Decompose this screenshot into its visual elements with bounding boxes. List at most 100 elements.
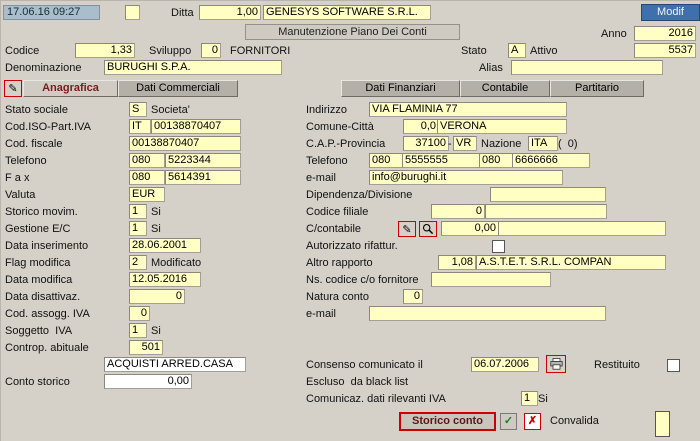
gestione-ec-text: Si	[151, 223, 161, 236]
altro-rapporto-code-field[interactable]: 1,08	[438, 255, 476, 270]
c-contabile-field[interactable]: 0,00	[441, 221, 499, 236]
comunicaz-iva-field[interactable]: 1	[521, 391, 538, 406]
header-flag-field[interactable]	[125, 5, 140, 20]
storico-conto-button[interactable]: Storico conto	[399, 412, 496, 431]
convalida-ok-button[interactable]: ✓	[500, 413, 517, 430]
conto-storico-label: Conto storico	[5, 376, 70, 389]
comune-code-field[interactable]: 0,0	[403, 119, 439, 134]
controp-descrizione-field[interactable]: ACQUISTI ARRED.CASA	[104, 357, 246, 372]
ditta-code-field[interactable]: 1,00	[199, 5, 261, 20]
natura-conto-field[interactable]: 0	[403, 289, 423, 304]
cod-iso-field[interactable]: IT	[129, 119, 151, 134]
comune-name-field[interactable]: VERONA	[437, 119, 567, 134]
codice-label: Codice	[5, 45, 39, 58]
edit-pen-icon: ✎	[8, 82, 17, 95]
telefono2-number1-field[interactable]: 5555555	[402, 153, 480, 168]
email2-label: e-mail	[306, 308, 336, 321]
tab-dati-finanziari[interactable]: Dati Finanziari	[341, 80, 460, 97]
telefono-number-field[interactable]: 5223344	[165, 153, 241, 168]
codice-field[interactable]: 1,33	[75, 43, 135, 58]
provincia-field[interactable]: VR	[453, 136, 477, 151]
edit-pen-icon: ✎	[402, 223, 411, 236]
conto-storico-field[interactable]: 0,00	[104, 374, 192, 389]
indirizzo-field[interactable]: VIA FLAMINIA 77	[369, 102, 567, 117]
telefono-prefix-field[interactable]: 080	[129, 153, 165, 168]
denominazione-field[interactable]: BURUGHI S.P.A.	[104, 60, 282, 75]
cap-provincia-label: C.A.P.-Provincia	[306, 138, 385, 151]
fax-number-field[interactable]: 5614391	[165, 170, 241, 185]
stato-sociale-field[interactable]: S	[129, 102, 147, 117]
data-disattivaz-field[interactable]: 0	[129, 289, 185, 304]
cap-separator: -	[448, 138, 452, 151]
email-field[interactable]: info@burughi.it	[369, 170, 563, 185]
stato-sociale-text: Societa'	[151, 104, 190, 117]
cod-fiscale-field[interactable]: 00138870407	[129, 136, 241, 151]
controp-abituale-field[interactable]: 501	[129, 340, 163, 355]
sviluppo-field[interactable]: 0	[201, 43, 221, 58]
data-inserimento-field[interactable]: 28.06.2001	[129, 238, 201, 253]
fax-label: F a x	[5, 172, 29, 185]
restituito-checkbox[interactable]	[667, 359, 680, 372]
comune-label: Comune-Città	[306, 121, 374, 134]
c-contabile-search-button[interactable]	[419, 221, 437, 237]
stato-field[interactable]: A	[508, 43, 526, 58]
cap-field[interactable]: 37100	[403, 136, 449, 151]
cod-assogg-iva-label: Cod. assogg. IVA	[5, 308, 90, 321]
soggetto-iva-field[interactable]: 1	[129, 323, 147, 338]
flag-modifica-text: Modificato	[151, 257, 201, 270]
flag-modifica-field[interactable]: 2	[129, 255, 147, 270]
autorizzato-rifattur-checkbox[interactable]	[492, 240, 505, 253]
altro-rapporto-label: Altro rapporto	[306, 257, 373, 270]
black-list-label: Escluso da black list	[306, 376, 408, 389]
gestione-ec-label: Gestione E/C	[5, 223, 70, 236]
print-button[interactable]	[546, 355, 566, 373]
anno-field[interactable]: 2016	[634, 26, 696, 41]
ns-codice-fornitore-field[interactable]	[431, 272, 551, 287]
alias-field[interactable]	[511, 60, 663, 75]
c-contabile-extra-field[interactable]	[498, 221, 666, 236]
tab-partitario[interactable]: Partitario	[550, 80, 644, 97]
telefono2-number2-field[interactable]: 6666666	[512, 153, 590, 168]
tab-contabile[interactable]: Contabile	[460, 80, 550, 97]
email-label: e-mail	[306, 172, 336, 185]
cod-assogg-iva-field[interactable]: 0	[129, 306, 150, 321]
storico-movim-field[interactable]: 1	[129, 204, 147, 219]
tab-dati-commerciali[interactable]: Dati Commerciali	[118, 80, 238, 97]
tab-anagrafica[interactable]: Anagrafica	[23, 80, 118, 97]
comunicaz-iva-label: Comunicaz. dati rilevanti IVA	[306, 393, 446, 406]
c-contabile-edit-button[interactable]: ✎	[398, 221, 416, 237]
telefono2-prefix2-field[interactable]: 080	[479, 153, 513, 168]
codice-filiale-extra-field[interactable]	[485, 204, 607, 219]
nazione-field[interactable]: ITA	[528, 136, 558, 151]
data-inserimento-label: Data inserimento	[5, 240, 88, 253]
categoria-text: FORNITORI	[230, 45, 290, 58]
storico-movim-label: Storico movim.	[5, 206, 78, 219]
convalida-label: Convalida	[550, 415, 599, 428]
partita-iva-field[interactable]: 00138870407	[151, 119, 241, 134]
comunicaz-iva-text: Si	[538, 393, 548, 406]
check-icon: ✓	[504, 415, 513, 427]
consenso-data-field[interactable]: 06.07.2006	[471, 357, 539, 372]
fax-prefix-field[interactable]: 080	[129, 170, 165, 185]
nazione-label: Nazione	[481, 138, 521, 151]
ditta-name-field[interactable]: GENESYS SOFTWARE S.R.L.	[263, 5, 431, 20]
codice-filiale-label: Codice filiale	[306, 206, 368, 219]
convalida-status-field[interactable]	[655, 411, 670, 437]
valuta-label: Valuta	[5, 189, 35, 202]
convalida-cancel-button[interactable]: ✗	[524, 413, 541, 430]
stato-text: Attivo	[530, 45, 558, 58]
altro-rapporto-name-field[interactable]: A.S.T.E.T. S.R.L. COMPAN	[476, 255, 666, 270]
natura-conto-label: Natura conto	[306, 291, 369, 304]
email2-field[interactable]	[369, 306, 606, 321]
gestione-ec-field[interactable]: 1	[129, 221, 147, 236]
conto-numero-field[interactable]: 5537	[634, 43, 696, 58]
valuta-field[interactable]: EUR	[129, 187, 165, 202]
dipendenza-field[interactable]	[490, 187, 606, 202]
telefono2-prefix1-field[interactable]: 080	[369, 153, 403, 168]
edit-pen-icon-button[interactable]: ✎	[4, 80, 22, 97]
modif-button[interactable]: Modif	[641, 4, 700, 21]
codice-filiale-field[interactable]: 0	[431, 204, 485, 219]
cod-iso-label: Cod.ISO-Part.IVA	[5, 121, 91, 134]
data-modifica-field[interactable]: 12.05.2016	[129, 272, 201, 287]
autorizzato-rifattur-label: Autorizzato rifattur.	[306, 240, 398, 253]
